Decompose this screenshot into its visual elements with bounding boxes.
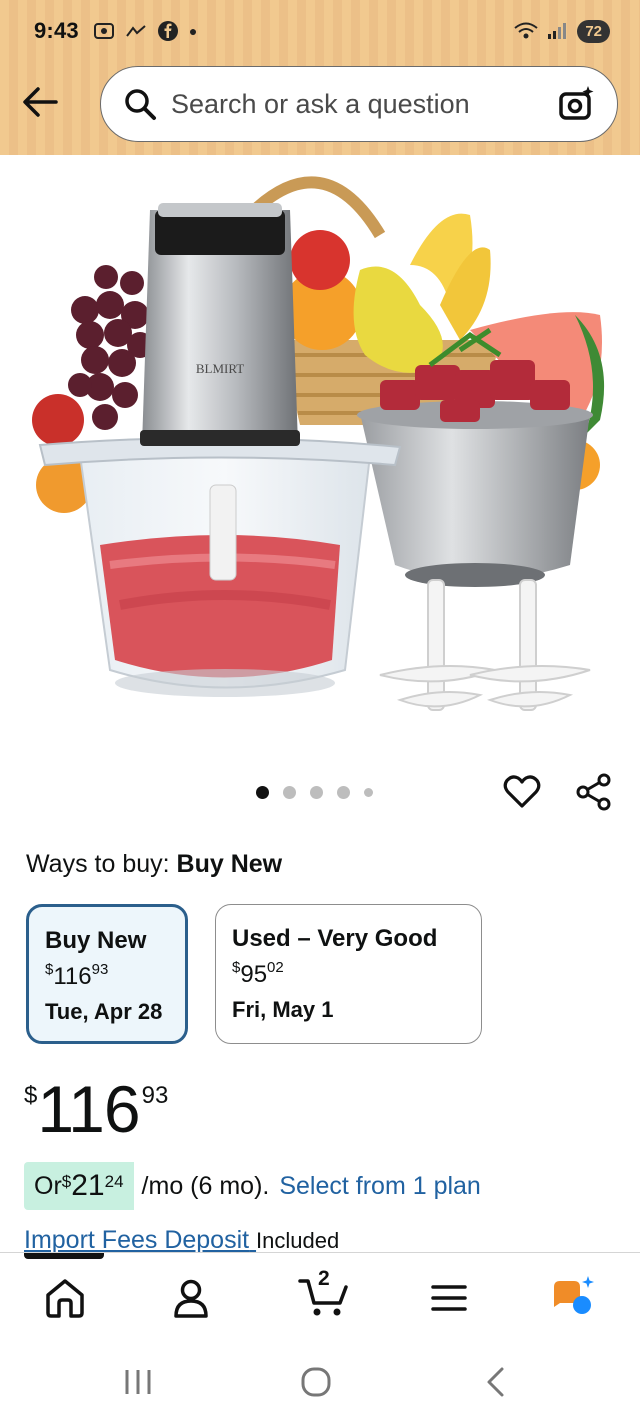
search-input[interactable]: Search or ask a question	[171, 89, 557, 120]
screenshot-icon	[93, 23, 114, 39]
option-price-fraction: 02	[267, 959, 284, 976]
camera-search-icon[interactable]	[557, 84, 597, 124]
bottom-tab-bar: 2	[0, 1252, 640, 1342]
import-fees-link[interactable]: Import Fees Deposit	[24, 1226, 249, 1254]
import-fees-status: Included	[256, 1228, 340, 1253]
system-nav-bar	[0, 1342, 640, 1422]
ways-to-buy: Ways to buy: Buy New	[26, 850, 282, 879]
option-title: Used – Very Good	[232, 925, 438, 952]
option-price-fraction: 93	[91, 961, 109, 978]
option-price: $116 93	[45, 957, 169, 997]
menu-icon[interactable]	[424, 1273, 474, 1323]
search-icon	[125, 89, 156, 120]
buy-option-used[interactable]: Used – Very Good $95 02 Fri, May 1	[215, 904, 482, 1044]
option-price-whole: 95	[240, 961, 268, 988]
rufus-icon[interactable]	[550, 1273, 600, 1323]
share-icon[interactable]	[574, 772, 614, 812]
battery-indicator: 72	[577, 19, 610, 43]
installment-currency: $	[61, 1172, 72, 1191]
ways-to-buy-label: Ways to buy:	[26, 850, 177, 878]
installment-prefix: Or	[34, 1171, 62, 1200]
status-time: 9:43	[34, 18, 79, 43]
home-icon[interactable]	[40, 1273, 90, 1323]
facebook-icon	[157, 21, 178, 41]
status-bar: 9:43 ● 72	[34, 14, 610, 48]
cart-button[interactable]: 2	[296, 1267, 352, 1323]
installment-amount: Or $21 24	[24, 1162, 134, 1210]
price-currency: $	[24, 1082, 38, 1109]
carousel-dot	[337, 786, 350, 799]
installment-whole: 21	[71, 1169, 105, 1202]
cart-count-badge: 2	[318, 1267, 330, 1290]
notification-icons: ●	[93, 20, 197, 42]
option-price: $95 02	[232, 955, 465, 995]
option-price-currency: $	[45, 961, 54, 978]
price-fraction: 93	[141, 1082, 169, 1109]
carousel-dot	[256, 786, 269, 799]
option-price-currency: $	[232, 959, 241, 976]
search-bar[interactable]: Search or ask a question	[100, 66, 618, 142]
heart-icon[interactable]	[502, 772, 542, 812]
carousel-dot	[283, 786, 296, 799]
system-icons: 72	[513, 19, 610, 43]
back-button-icon[interactable]	[476, 1362, 516, 1402]
back-arrow-icon[interactable]	[18, 82, 62, 122]
option-delivery-date: Fri, May 1	[232, 997, 334, 1022]
price-whole: 116	[37, 1072, 140, 1146]
home-button-icon[interactable]	[296, 1362, 336, 1402]
wifi-icon	[514, 22, 538, 39]
carousel-dot	[310, 786, 323, 799]
active-tab-indicator	[24, 1253, 104, 1259]
import-fees[interactable]: Import Fees Deposit Included	[24, 1226, 339, 1255]
carousel-dot	[364, 788, 373, 797]
product-image[interactable]: BLMIRT	[0, 155, 640, 755]
signal-icon	[126, 25, 146, 37]
buy-option-new[interactable]: Buy New $116 93 Tue, Apr 28	[26, 904, 188, 1044]
carousel-indicator	[256, 786, 373, 799]
select-plan-link[interactable]: Select from 1 plan	[279, 1172, 481, 1201]
installment-fraction: 24	[104, 1172, 124, 1191]
product-price: $ 116 93	[24, 1076, 168, 1142]
option-price-whole: 116	[53, 963, 92, 990]
header: 9:43 ● 72 Search or ask a question	[0, 0, 640, 155]
option-delivery-date: Tue, Apr 28	[45, 999, 163, 1024]
cell-signal-icon	[548, 23, 567, 39]
option-title: Buy New	[45, 927, 147, 954]
dot-icon: ●	[188, 23, 198, 39]
installment-offer: Or $21 24 /mo (6 mo). Select from 1 plan	[24, 1162, 481, 1210]
recent-apps-icon[interactable]	[118, 1362, 158, 1402]
product-brand-text: BLMIRT	[196, 361, 244, 376]
account-icon[interactable]	[166, 1273, 216, 1323]
product-photo: BLMIRT	[32, 176, 605, 711]
installment-terms: /mo (6 mo).	[141, 1171, 270, 1200]
ways-to-buy-selected: Buy New	[176, 850, 283, 878]
